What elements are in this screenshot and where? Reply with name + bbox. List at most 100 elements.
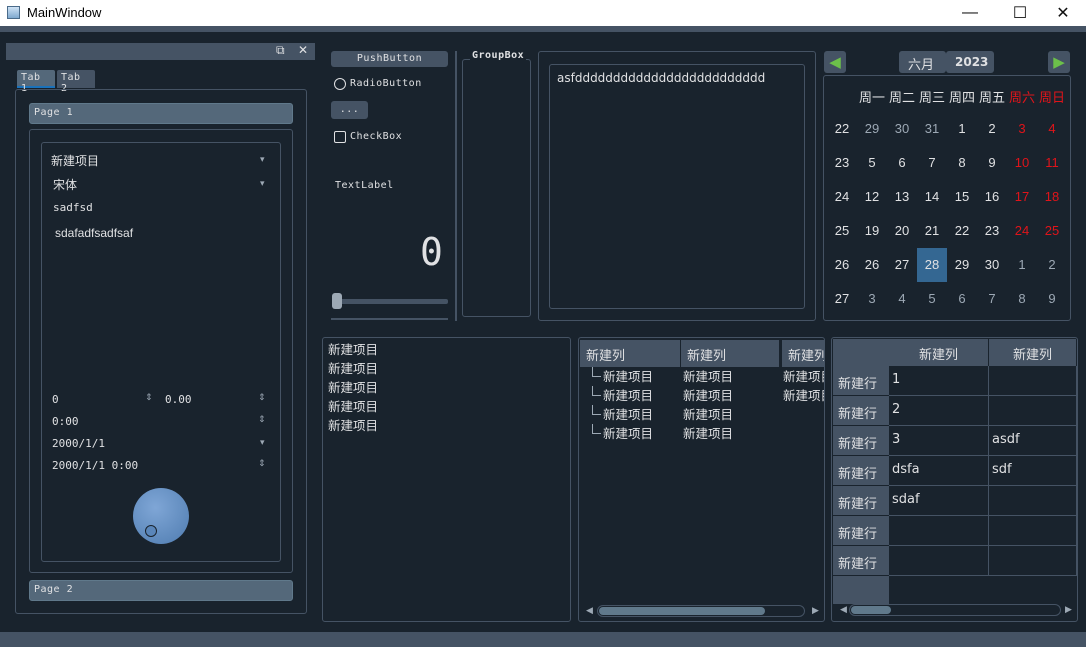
table-cell[interactable] xyxy=(989,546,1077,576)
close-button[interactable]: ✕ xyxy=(1040,0,1086,26)
tree-item[interactable]: 新建项目 xyxy=(603,367,653,386)
prev-month-icon[interactable]: ◀ xyxy=(824,51,846,73)
double-spin-box[interactable]: 0.00 xyxy=(165,393,192,406)
calendar-day[interactable]: 27 xyxy=(887,248,917,282)
list-item[interactable]: 新建项目 xyxy=(328,416,378,435)
checkbox-label[interactable]: CheckBox xyxy=(350,131,402,142)
calendar-day[interactable]: 8 xyxy=(947,146,977,180)
checkbox-square-icon[interactable] xyxy=(334,131,346,143)
table-row-header[interactable]: 新建行 xyxy=(833,516,889,546)
calendar-day[interactable]: 23 xyxy=(977,214,1007,248)
calendar-day[interactable]: 10 xyxy=(1007,146,1037,180)
scroll-left-icon[interactable]: ◀ xyxy=(840,605,847,615)
calendar-day[interactable]: 29 xyxy=(947,248,977,282)
calendar-day[interactable]: 9 xyxy=(1037,282,1067,316)
tree-column-header[interactable]: 新建列 xyxy=(580,340,681,367)
tree-item[interactable]: 新建项目 xyxy=(603,405,653,424)
spin-box[interactable]: 0 xyxy=(52,393,59,406)
calendar-day[interactable]: 18 xyxy=(1037,180,1067,214)
table-cell[interactable]: sdf xyxy=(989,456,1077,486)
tree-item[interactable]: 新建项目 xyxy=(783,386,824,405)
tree-item[interactable]: 新建项目 xyxy=(683,405,733,424)
datetime-arrows-icon[interactable]: ⇕ xyxy=(258,459,266,469)
float-icon[interactable]: ⧉ xyxy=(276,43,285,58)
calendar-day[interactable]: 11 xyxy=(1037,146,1067,180)
calendar-day[interactable]: 17 xyxy=(1007,180,1037,214)
table-column-header[interactable]: 新建列 xyxy=(889,339,989,366)
date-edit[interactable]: 2000/1/1 xyxy=(52,437,105,450)
scroll-left-icon[interactable]: ◀ xyxy=(586,606,593,616)
tree-item[interactable]: 新建项目 xyxy=(683,424,733,443)
scroll-right-icon[interactable]: ▶ xyxy=(1065,605,1072,615)
calendar-day[interactable]: 9 xyxy=(977,146,1007,180)
table-cell[interactable] xyxy=(989,516,1077,546)
table-row-header[interactable]: 新建行 xyxy=(833,366,889,396)
next-month-icon[interactable]: ▶ xyxy=(1048,51,1070,73)
calendar-day[interactable]: 3 xyxy=(857,282,887,316)
calendar-day[interactable]: 13 xyxy=(887,180,917,214)
list-widget[interactable]: 新建项目 新建项目 新建项目 新建项目 新建项目 xyxy=(322,337,571,622)
calendar-day[interactable]: 2 xyxy=(1037,248,1067,282)
calendar-day[interactable]: 29 xyxy=(857,112,887,146)
calendar-day[interactable]: 1 xyxy=(1007,248,1037,282)
calendar-day[interactable]: 14 xyxy=(917,180,947,214)
calendar-day[interactable]: 26 xyxy=(857,248,887,282)
calendar-day[interactable]: 2 xyxy=(977,112,1007,146)
calendar-day[interactable]: 20 xyxy=(887,214,917,248)
list-item[interactable]: 新建项目 xyxy=(328,378,378,397)
slider-track[interactable] xyxy=(333,299,448,304)
font-combo-box[interactable]: 宋体 xyxy=(53,176,77,193)
calendar-day[interactable]: 4 xyxy=(1037,112,1067,146)
list-item[interactable]: 新建项目 xyxy=(328,397,378,416)
calendar-day[interactable]: 6 xyxy=(947,282,977,316)
text-edit[interactable]: asfddddddddddddddddddddddddd xyxy=(549,64,805,309)
double-spin-arrows-icon[interactable]: ⇕ xyxy=(258,393,266,403)
calendar-day[interactable]: 5 xyxy=(857,146,887,180)
tree-item[interactable]: 新建项目 xyxy=(783,367,824,386)
close-dock-icon[interactable]: ✕ xyxy=(298,43,308,57)
calendar-day[interactable]: 24 xyxy=(1007,214,1037,248)
dial[interactable] xyxy=(133,488,189,544)
font-combo-arrow-icon[interactable]: ▾ xyxy=(260,179,265,189)
toolbox-page-1[interactable]: Page 1 xyxy=(29,103,293,124)
radio-circle-icon[interactable] xyxy=(334,78,346,90)
table-column-header[interactable]: 新建列 xyxy=(989,339,1077,366)
calendar-day[interactable]: 1 xyxy=(947,112,977,146)
tab-1[interactable]: Tab 1 xyxy=(17,70,55,94)
calendar-day[interactable]: 3 xyxy=(1007,112,1037,146)
list-item[interactable]: 新建项目 xyxy=(328,340,378,359)
table-cell[interactable] xyxy=(989,486,1077,516)
tree-item[interactable]: 新建项目 xyxy=(603,424,653,443)
table-scrollbar[interactable] xyxy=(849,604,1061,616)
calendar-day[interactable]: 21 xyxy=(917,214,947,248)
calendar-day[interactable]: 16 xyxy=(977,180,1007,214)
push-button[interactable]: PushButton xyxy=(331,51,448,67)
toolbox-page-2[interactable]: Page 2 xyxy=(29,580,293,601)
list-item[interactable]: 新建项目 xyxy=(328,359,378,378)
tab-2[interactable]: Tab 2 xyxy=(57,70,95,94)
tree-column-header[interactable]: 新建列 xyxy=(782,340,824,367)
calendar-day[interactable]: 22 xyxy=(947,214,977,248)
text-browser[interactable]: sdafadfsadfsaf xyxy=(55,226,133,240)
calendar-day[interactable]: 15 xyxy=(947,180,977,214)
tree-column-header[interactable]: 新建列 xyxy=(681,340,780,367)
table-row-header[interactable]: 新建行 xyxy=(833,456,889,486)
table-cell[interactable] xyxy=(989,366,1077,396)
calendar-day[interactable]: 8 xyxy=(1007,282,1037,316)
minimize-button[interactable]: — xyxy=(947,0,993,26)
calendar-day[interactable]: 30 xyxy=(977,248,1007,282)
slider-handle[interactable] xyxy=(332,293,342,309)
table-cell[interactable]: 2 xyxy=(889,396,989,426)
table-cell[interactable] xyxy=(889,516,989,546)
calendar-day[interactable]: 5 xyxy=(917,282,947,316)
dial-handle[interactable] xyxy=(145,525,157,537)
table-row-header[interactable]: 新建行 xyxy=(833,396,889,426)
table-cell[interactable]: 3 xyxy=(889,426,989,456)
scroll-right-icon[interactable]: ▶ xyxy=(812,606,819,616)
calendar-day[interactable]: 6 xyxy=(887,146,917,180)
line-edit[interactable]: sadfsd xyxy=(53,201,93,214)
table-cell[interactable] xyxy=(989,396,1077,426)
tree-scrollbar[interactable] xyxy=(597,605,805,617)
spin-arrows-icon[interactable]: ⇕ xyxy=(145,393,153,403)
combo-arrow-icon[interactable]: ▾ xyxy=(260,155,265,165)
